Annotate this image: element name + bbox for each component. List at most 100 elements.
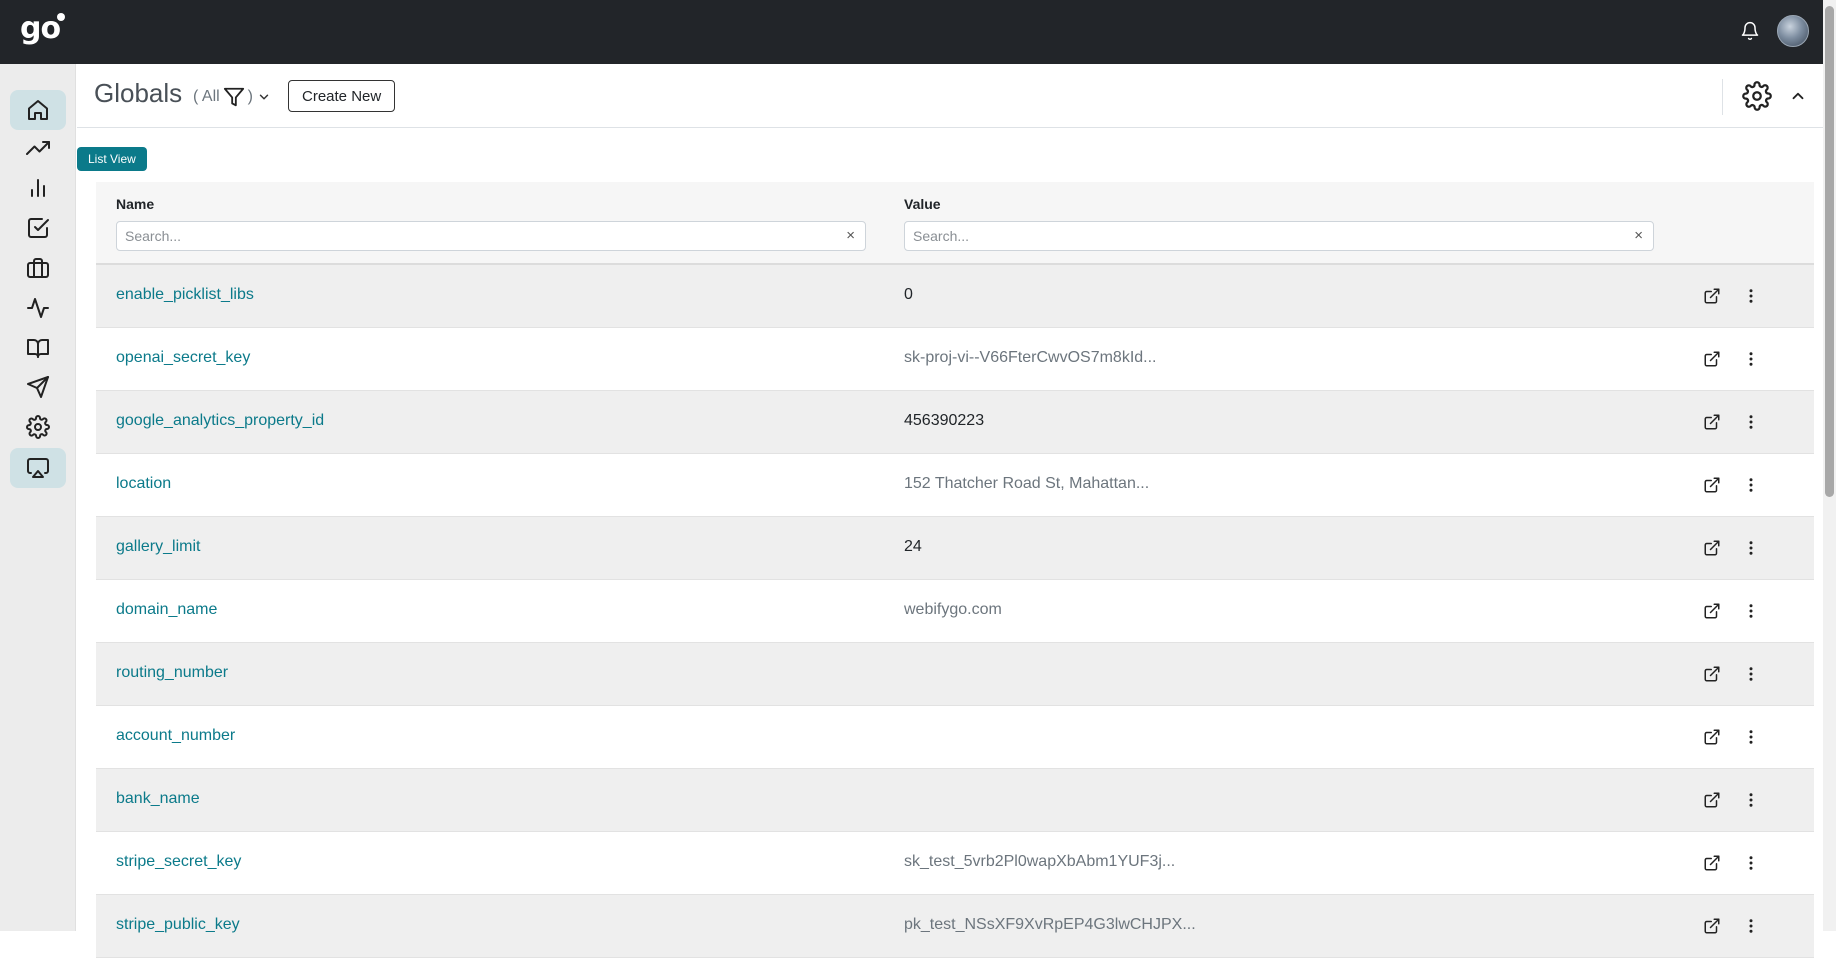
- more-vertical-icon[interactable]: [1742, 476, 1760, 494]
- name-search: ×: [116, 221, 866, 251]
- bell-icon[interactable]: [1740, 20, 1760, 42]
- global-name-link[interactable]: bank_name: [116, 790, 200, 808]
- header-divider: [1722, 79, 1723, 115]
- global-value: sk-proj-vi--V66FterCwvOS7m8kId...: [904, 349, 1157, 366]
- external-link-icon[interactable]: [1703, 854, 1721, 872]
- logo-dot: [57, 13, 65, 21]
- top-navbar: go: [0, 0, 1836, 64]
- global-name-link[interactable]: google_analytics_property_id: [116, 412, 324, 430]
- more-vertical-icon[interactable]: [1742, 287, 1760, 305]
- airplay-icon: [27, 458, 49, 478]
- global-value: pk_test_NSsXF9XvRpEP4G3lwCHJPX...: [904, 916, 1196, 933]
- more-vertical-icon[interactable]: [1742, 602, 1760, 620]
- clear-name-search-icon[interactable]: ×: [846, 227, 855, 244]
- table-row: location 152 Thatcher Road St, Mahattan..…: [96, 454, 1814, 517]
- chevron-up-icon[interactable]: [1789, 87, 1807, 105]
- external-link-icon[interactable]: [1703, 917, 1721, 935]
- briefcase-icon: [27, 258, 49, 278]
- table-row: account_number: [96, 706, 1814, 769]
- bar-chart-icon: [31, 179, 45, 197]
- more-vertical-icon[interactable]: [1742, 350, 1760, 368]
- global-name-link[interactable]: openai_secret_key: [116, 349, 250, 367]
- sidebar-item-tasks[interactable]: [10, 208, 66, 248]
- trending-up-icon: [26, 141, 50, 155]
- page-scrollbar[interactable]: [1823, 0, 1836, 931]
- book-open-icon: [27, 339, 49, 358]
- table-row: enable_picklist_libs 0: [96, 265, 1814, 328]
- value-search-input[interactable]: [905, 222, 1653, 250]
- chevron-down-icon: [259, 94, 269, 100]
- column-header-value[interactable]: Value: [904, 196, 941, 212]
- global-value: 0: [904, 286, 913, 303]
- global-value: 456390223: [904, 412, 985, 429]
- global-name-link[interactable]: stripe_secret_key: [116, 853, 241, 871]
- user-avatar[interactable]: [1777, 15, 1809, 47]
- sidebar-item-reports[interactable]: [10, 168, 66, 208]
- global-name-link[interactable]: gallery_limit: [116, 538, 200, 556]
- global-name-link[interactable]: location: [116, 475, 171, 493]
- more-vertical-icon[interactable]: [1742, 665, 1760, 683]
- external-link-icon[interactable]: [1703, 413, 1721, 431]
- filter-icon: [223, 87, 244, 107]
- global-name-link[interactable]: account_number: [116, 727, 235, 745]
- external-link-icon[interactable]: [1703, 476, 1721, 494]
- name-search-input[interactable]: [117, 222, 865, 250]
- globals-table: Name Value × × enable_picklist_libs 0 open…: [96, 182, 1814, 958]
- sidebar-item-trending[interactable]: [10, 128, 66, 168]
- table-row: stripe_public_key pk_test_NSsXF9XvRpEP4G3…: [96, 895, 1814, 958]
- sidebar: [0, 64, 76, 931]
- table-header: Name Value × ×: [96, 182, 1814, 265]
- external-link-icon[interactable]: [1703, 602, 1721, 620]
- main-content: Globals ( All ) Create New List View Nam…: [77, 64, 1823, 958]
- external-link-icon[interactable]: [1703, 728, 1721, 746]
- global-name-link[interactable]: domain_name: [116, 601, 217, 619]
- more-vertical-icon[interactable]: [1742, 413, 1760, 431]
- clear-value-search-icon[interactable]: ×: [1634, 227, 1643, 244]
- send-icon: [27, 376, 49, 398]
- table-row: domain_name webifygo.com: [96, 580, 1814, 643]
- global-value: webifygo.com: [904, 601, 1002, 618]
- page-title: Globals: [94, 78, 183, 108]
- more-vertical-icon[interactable]: [1742, 854, 1760, 872]
- check-square-icon: [28, 218, 49, 238]
- more-vertical-icon[interactable]: [1742, 728, 1760, 746]
- global-name-link[interactable]: stripe_public_key: [116, 916, 240, 934]
- sidebar-item-settings[interactable]: [10, 407, 66, 447]
- create-new-button[interactable]: Create New: [288, 80, 396, 112]
- global-value: 24: [904, 538, 922, 555]
- sidebar-item-activity[interactable]: [10, 288, 66, 328]
- table-row: gallery_limit 24: [96, 517, 1814, 580]
- sidebar-item-send[interactable]: [10, 367, 66, 407]
- filter-close-label: ): [247, 88, 253, 105]
- external-link-icon[interactable]: [1703, 287, 1721, 305]
- gear-icon[interactable]: [1742, 81, 1772, 111]
- scrollbar-thumb[interactable]: [1825, 6, 1834, 497]
- external-link-icon[interactable]: [1703, 539, 1721, 557]
- more-vertical-icon[interactable]: [1742, 791, 1760, 809]
- table-row: bank_name: [96, 769, 1814, 832]
- table-body: enable_picklist_libs 0 openai_secret_key sk…: [96, 265, 1814, 958]
- more-vertical-icon[interactable]: [1742, 917, 1760, 935]
- value-search: ×: [904, 221, 1654, 251]
- external-link-icon[interactable]: [1703, 350, 1721, 368]
- more-vertical-icon[interactable]: [1742, 539, 1760, 557]
- table-row: stripe_secret_key sk_test_5vrb2Pl0wapXbAb…: [96, 832, 1814, 895]
- global-name-link[interactable]: enable_picklist_libs: [116, 286, 254, 304]
- sidebar-item-jobs[interactable]: [10, 248, 66, 288]
- filter-dropdown[interactable]: ( All ): [193, 86, 271, 108]
- sidebar-item-docs[interactable]: [10, 328, 66, 368]
- sidebar-item-display[interactable]: [10, 448, 66, 488]
- page-header: Globals ( All ) Create New: [77, 64, 1823, 128]
- home-icon: [28, 100, 48, 120]
- table-row: routing_number: [96, 643, 1814, 706]
- external-link-icon[interactable]: [1703, 791, 1721, 809]
- list-view-badge[interactable]: List View: [77, 147, 147, 171]
- global-value: sk_test_5vrb2Pl0wapXbAbm1YUF3j...: [904, 853, 1176, 870]
- sidebar-item-home[interactable]: [10, 90, 66, 130]
- app-logo[interactable]: go: [20, 14, 61, 44]
- global-name-link[interactable]: routing_number: [116, 664, 228, 682]
- global-value: 152 Thatcher Road St, Mahattan...: [904, 475, 1150, 492]
- column-header-name[interactable]: Name: [116, 196, 154, 212]
- table-row: openai_secret_key sk-proj-vi--V66FterCwvO…: [96, 328, 1814, 391]
- external-link-icon[interactable]: [1703, 665, 1721, 683]
